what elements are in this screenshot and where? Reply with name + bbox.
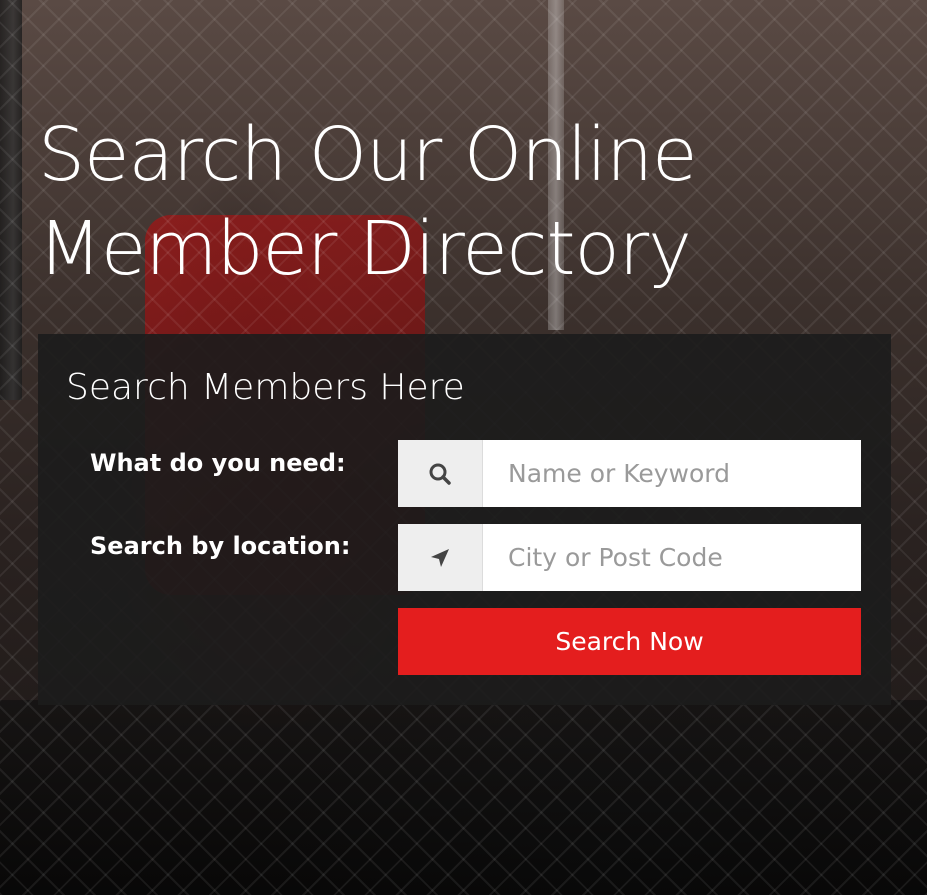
keyword-label: What do you need:	[90, 449, 346, 477]
keyword-input-group	[398, 440, 861, 507]
location-arrow-icon	[398, 524, 483, 591]
keyword-input[interactable]	[483, 440, 861, 507]
search-now-button[interactable]: Search Now	[398, 608, 861, 675]
page-title-line-2: Member Directory	[38, 206, 692, 292]
page-title: Search Our Online Member Directory	[38, 108, 858, 296]
background-cage-post	[0, 0, 22, 400]
page-title-line-1: Search Our Online	[38, 112, 698, 198]
background-floor	[0, 700, 927, 895]
search-icon	[398, 440, 483, 507]
location-input-group	[398, 524, 861, 591]
hero-section: Search Our Online Member Directory Searc…	[0, 0, 927, 895]
location-label: Search by location:	[90, 532, 351, 560]
member-search-form: Search Members Here What do you need: Se…	[38, 334, 891, 705]
search-panel-title: Search Members Here	[66, 367, 465, 408]
location-input[interactable]	[483, 524, 861, 591]
